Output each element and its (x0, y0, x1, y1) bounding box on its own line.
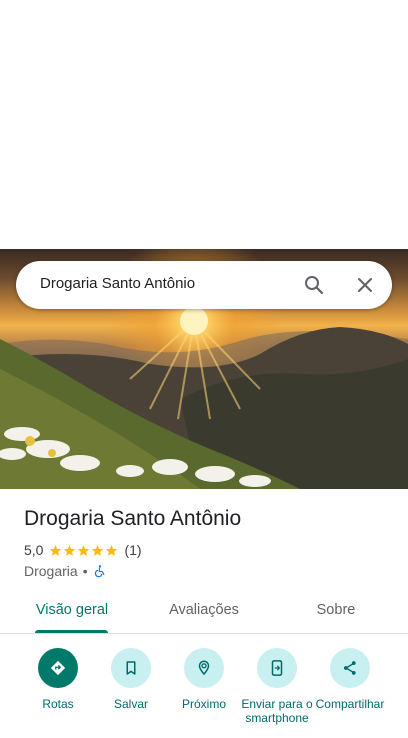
category-row: Drogaria • (24, 562, 107, 580)
wheelchair-accessible-icon (94, 565, 104, 578)
rating-value: 5,0 (24, 542, 44, 558)
share-icon (344, 661, 356, 675)
directions-button[interactable]: Rotas (18, 648, 98, 711)
map-blank-area (0, 0, 408, 249)
search-bar[interactable]: Drogaria Santo Antônio (16, 261, 392, 309)
nearby-button[interactable]: Próximo (164, 648, 244, 711)
share-button[interactable]: Compartilhar (310, 648, 390, 711)
directions-label: Rotas (42, 697, 74, 711)
tab-bar: Visão geral Avaliações Sobre (0, 591, 408, 634)
tab-overview[interactable]: Visão geral (22, 591, 122, 633)
nearby-icon (198, 660, 210, 676)
nearby-label: Próximo (181, 697, 226, 711)
place-category: Drogaria (24, 563, 78, 579)
star-icon (92, 544, 104, 556)
star-icon (78, 544, 90, 556)
send-to-phone-button[interactable]: Enviar para o smartphone (237, 648, 317, 725)
share-label: Compartilhar (315, 697, 385, 711)
save-button[interactable]: Salvar (91, 648, 171, 711)
star-icon (64, 544, 76, 556)
tab-reviews[interactable]: Avaliações (150, 591, 258, 633)
active-tab-indicator (35, 630, 108, 633)
search-input[interactable]: Drogaria Santo Antônio (40, 275, 195, 292)
action-bar: Rotas Salvar Próximo Enviar para o smart… (0, 648, 408, 738)
directions-icon (50, 660, 66, 676)
place-title: Drogaria Santo Antônio (24, 507, 242, 530)
star-icon (50, 544, 62, 556)
close-icon[interactable] (353, 273, 377, 297)
star-rating (49, 544, 119, 557)
send-to-phone-icon (271, 660, 283, 676)
separator-dot: • (82, 563, 88, 579)
star-icon (106, 544, 118, 556)
save-label: Salvar (113, 697, 148, 711)
bookmark-icon (126, 661, 136, 675)
rating-row[interactable]: 5,0 (1) (24, 541, 142, 559)
tab-about[interactable]: Sobre (296, 591, 376, 633)
review-count[interactable]: (1) (124, 542, 141, 558)
send-to-phone-label: Enviar para o smartphone (241, 697, 313, 725)
search-icon[interactable] (302, 273, 326, 297)
